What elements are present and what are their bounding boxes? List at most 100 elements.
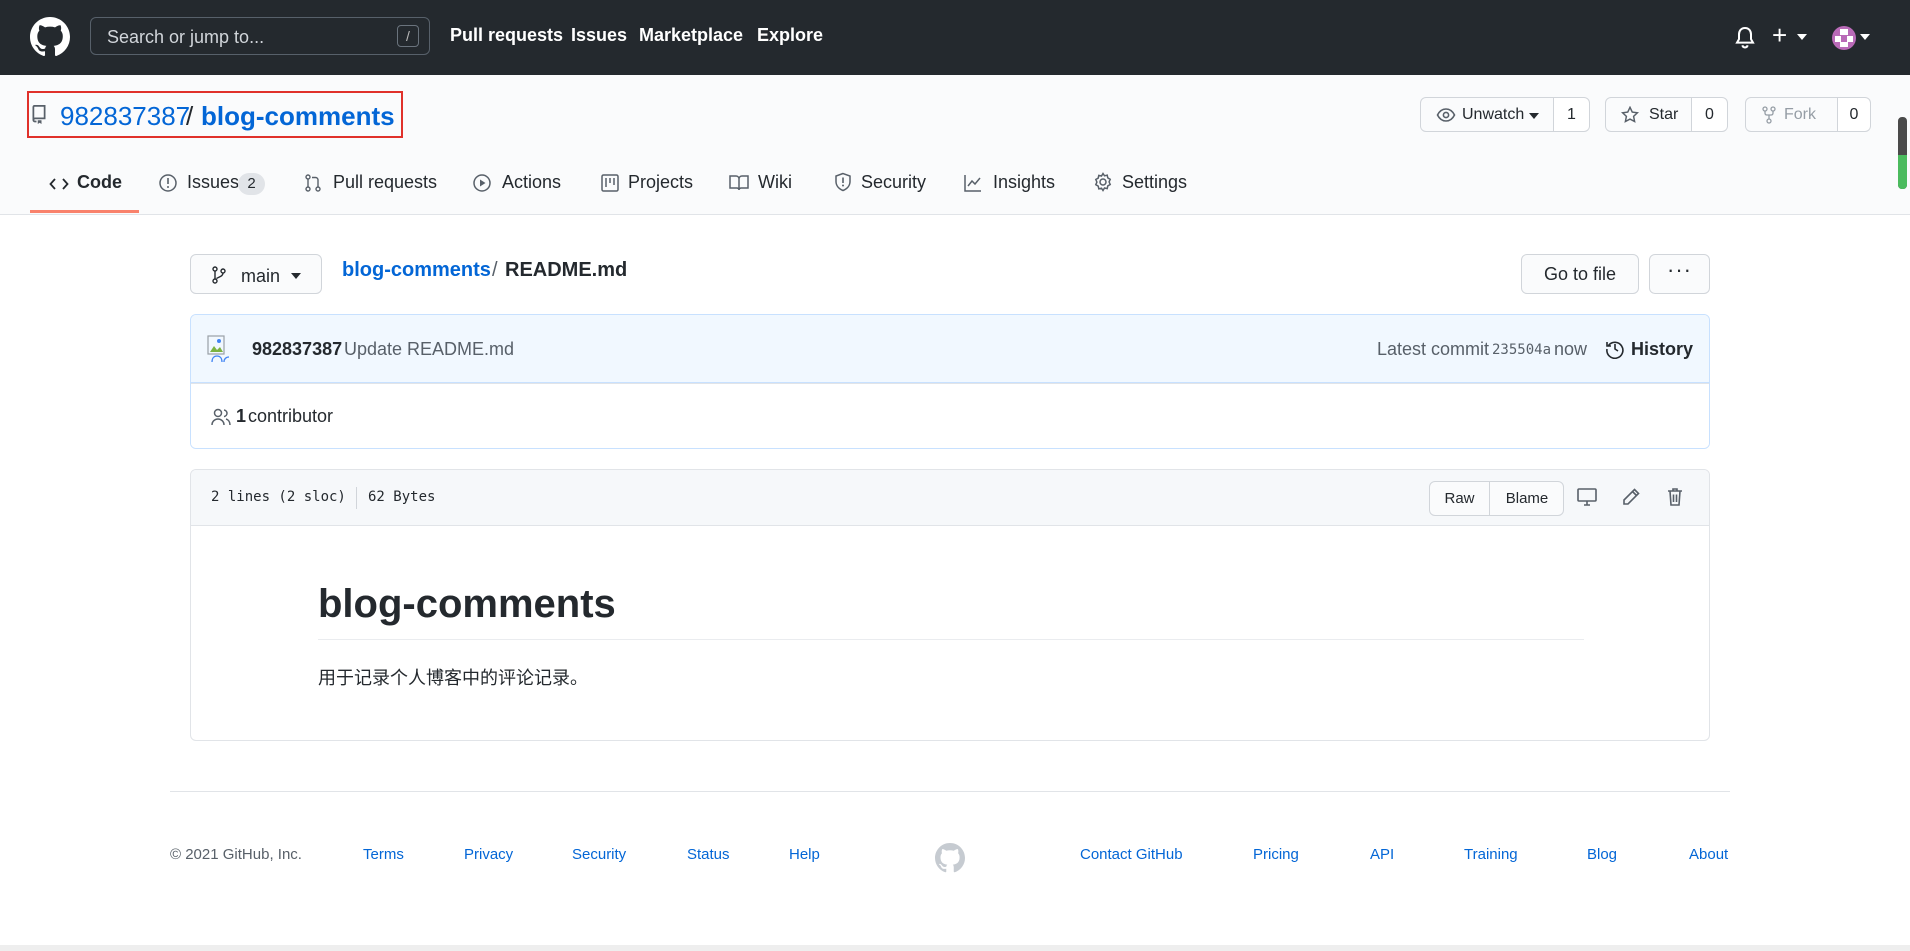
file-size: 62 Bytes: [368, 489, 436, 505]
search-input[interactable]: Search or jump to... /: [90, 17, 430, 55]
footer-link-terms[interactable]: Terms: [363, 846, 404, 863]
history-link[interactable]: History: [1631, 339, 1693, 360]
desktop-icon[interactable]: [1576, 486, 1598, 508]
star-count[interactable]: 0: [1692, 97, 1728, 132]
tab-code[interactable]: Code: [77, 172, 122, 193]
history-icon[interactable]: [1605, 339, 1625, 359]
commit-message-link[interactable]: Update README.md: [344, 339, 514, 360]
tab-actions[interactable]: Actions: [502, 172, 561, 193]
readme-heading: blog-comments: [318, 582, 616, 626]
tab-security[interactable]: Security: [861, 172, 926, 193]
unwatch-label: Unwatch: [1462, 106, 1525, 123]
search-placeholder: Search or jump to...: [107, 27, 265, 47]
actions-play-icon: [473, 174, 491, 192]
avatar-pattern-icon: [1835, 29, 1853, 47]
tab-insights[interactable]: Insights: [993, 172, 1055, 193]
nav-marketplace[interactable]: Marketplace: [639, 25, 743, 46]
raw-button[interactable]: Raw: [1430, 482, 1490, 515]
trash-delete-icon[interactable]: [1664, 486, 1686, 508]
window-bottom-edge: [0, 945, 1910, 951]
eye-icon: [1436, 108, 1456, 122]
footer-link-training[interactable]: Training: [1464, 846, 1518, 863]
breadcrumb-repo-link[interactable]: blog-comments: [342, 259, 491, 282]
nav-explore[interactable]: Explore: [757, 25, 823, 46]
branch-select-button[interactable]: main: [190, 254, 322, 294]
unwatch-button[interactable]: Unwatch: [1420, 97, 1554, 132]
shield-icon: [835, 172, 851, 192]
star-button[interactable]: Star: [1605, 97, 1692, 132]
create-new-plus-icon[interactable]: +: [1772, 20, 1787, 51]
repo-path-separator: /: [186, 101, 194, 131]
blame-button[interactable]: Blame: [1490, 482, 1563, 515]
footer-divider: [170, 791, 1730, 792]
file-line-count: 2 lines (2 sloc): [211, 489, 346, 505]
contributor-label[interactable]: contributor: [248, 406, 333, 427]
pencil-edit-icon[interactable]: [1620, 486, 1642, 508]
tab-projects[interactable]: Projects: [628, 172, 693, 193]
pull-request-icon: [305, 174, 321, 192]
latest-commit-box: 982837387 Update README.md Latest commit…: [190, 314, 1710, 449]
footer-link-contact[interactable]: Contact GitHub: [1080, 846, 1183, 863]
chevron-down-icon: [1529, 113, 1539, 119]
tab-pull-requests[interactable]: Pull requests: [333, 172, 437, 193]
repo-icon: [32, 105, 46, 124]
fork-count[interactable]: 0: [1838, 97, 1871, 132]
repo-owner-link[interactable]: 982837387: [60, 101, 190, 132]
book-icon: [729, 175, 749, 191]
tab-settings[interactable]: Settings: [1122, 172, 1187, 193]
breadcrumb-file: README.md: [505, 259, 628, 281]
nav-issues[interactable]: Issues: [571, 25, 627, 46]
notification-bell-icon[interactable]: [1734, 26, 1756, 50]
more-options-button[interactable]: ···: [1649, 254, 1710, 294]
fork-button[interactable]: Fork: [1745, 97, 1838, 132]
project-icon: [601, 174, 619, 192]
contributors-row: 1 contributor: [191, 383, 1709, 448]
repo-name-link[interactable]: blog-comments: [201, 101, 395, 132]
footer-link-security[interactable]: Security: [572, 846, 626, 863]
issue-opened-icon: [159, 174, 177, 192]
divider: [356, 487, 357, 509]
commit-time: now: [1554, 339, 1588, 359]
nav-pull-requests[interactable]: Pull requests: [450, 25, 563, 46]
footer-link-pricing[interactable]: Pricing: [1253, 846, 1299, 863]
raw-blame-button-group: Raw Blame: [1429, 481, 1564, 516]
user-avatar[interactable]: [1832, 26, 1856, 50]
file-viewer: 2 lines (2 sloc) 62 Bytes Raw Blame blog…: [190, 469, 1710, 741]
fork-icon: [1762, 106, 1776, 124]
code-icon: [49, 178, 69, 190]
latest-commit-label: Latest commit: [1377, 339, 1490, 359]
graph-icon: [964, 175, 981, 192]
commit-info-row: 982837387 Update README.md Latest commit…: [191, 315, 1709, 383]
footer-link-api[interactable]: API: [1370, 846, 1394, 863]
tab-issues[interactable]: Issues: [187, 172, 239, 193]
footer-link-blog[interactable]: Blog: [1587, 846, 1617, 863]
footer-copyright: © 2021 GitHub, Inc.: [170, 846, 302, 863]
footer-link-help[interactable]: Help: [789, 846, 820, 863]
contributor-count[interactable]: 1: [236, 406, 246, 427]
chevron-down-icon[interactable]: [1797, 34, 1807, 40]
tab-wiki[interactable]: Wiki: [758, 172, 792, 193]
people-icon: [211, 408, 231, 426]
chevron-down-icon[interactable]: [1860, 34, 1870, 40]
gear-icon: [1094, 172, 1112, 192]
watch-count[interactable]: 1: [1554, 97, 1590, 132]
github-logo-icon[interactable]: [30, 17, 70, 57]
scrollbar-marker: [1898, 155, 1907, 189]
fork-label: Fork: [1784, 106, 1816, 123]
go-to-file-button[interactable]: Go to file: [1521, 254, 1639, 294]
footer-link-status[interactable]: Status: [687, 846, 730, 863]
footer-link-about[interactable]: About: [1689, 846, 1728, 863]
slash-shortcut-hint: /: [397, 25, 419, 47]
broken-avatar-image-icon[interactable]: [207, 335, 233, 363]
branch-label: main: [241, 266, 281, 286]
footer-link-privacy[interactable]: Privacy: [464, 846, 513, 863]
top-navbar: Search or jump to... / Pull requests Iss…: [0, 0, 1910, 75]
commit-author-link[interactable]: 982837387: [252, 339, 342, 360]
file-header: 2 lines (2 sloc) 62 Bytes Raw Blame: [191, 470, 1709, 526]
commit-sha-link[interactable]: 235504a: [1492, 342, 1551, 358]
issues-count-badge: 2: [238, 173, 265, 195]
breadcrumb-separator: /: [492, 259, 498, 281]
readme-paragraph: 用于记录个人博客中的评论记录。: [318, 668, 588, 688]
star-label: Star: [1649, 106, 1679, 123]
github-footer-logo-icon[interactable]: [935, 843, 965, 873]
